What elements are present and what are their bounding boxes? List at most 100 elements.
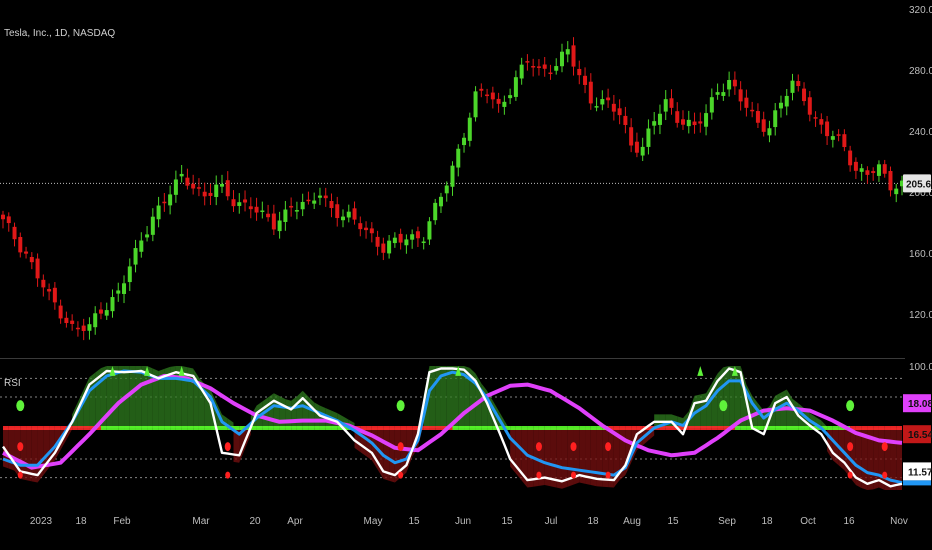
candle-body — [41, 279, 46, 288]
candle-body — [139, 240, 144, 252]
time-tick-label: Mar — [192, 516, 210, 527]
candle-body — [352, 208, 357, 220]
bull-dot — [846, 400, 855, 412]
oversold-marker — [847, 442, 854, 452]
time-tick-label: 18 — [75, 516, 87, 527]
candle-body — [24, 251, 29, 254]
candle-body — [796, 81, 801, 87]
candle-body — [277, 220, 282, 232]
candle-body — [231, 199, 236, 207]
candle-body — [398, 233, 403, 243]
time-tick-label: Sep — [718, 516, 736, 527]
candle-body — [438, 196, 443, 207]
candle-body — [156, 205, 161, 220]
candle-body — [387, 240, 392, 254]
price-tick-label: 120.00 — [909, 310, 932, 321]
candle-body — [346, 211, 351, 218]
symbol-label: Tesla, Inc., 1D, NASDAQ — [4, 28, 115, 39]
candle-body — [364, 227, 369, 231]
candle-body — [317, 195, 322, 198]
candle-body — [214, 184, 219, 197]
tsla-chart[interactable]: 320.00280.00240.00200.00160.00120.00205.… — [0, 0, 932, 550]
candle-body — [588, 81, 593, 104]
candle-body — [133, 248, 138, 265]
cloud-segment — [285, 399, 292, 428]
candle-body — [75, 327, 80, 330]
candle-body — [283, 209, 288, 222]
oversold-marker — [536, 471, 542, 479]
oversold-marker — [881, 442, 888, 452]
candle-body — [462, 137, 467, 146]
time-tick-label: May — [364, 516, 383, 527]
candle-body — [502, 101, 507, 107]
candle-body — [531, 66, 536, 68]
candle-body — [381, 243, 386, 253]
candle-body — [289, 205, 294, 208]
candle-body — [894, 188, 899, 195]
price-axis[interactable]: 320.00280.00240.00200.00160.00120.00205.… — [903, 5, 932, 321]
cloud-segment — [700, 393, 707, 428]
time-tick-label: 20 — [249, 516, 261, 527]
candle-body — [341, 216, 346, 221]
price-tick-label: 280.00 — [909, 66, 932, 77]
time-tick-label: Oct — [800, 516, 816, 527]
cloud-segment — [135, 366, 142, 428]
candle-body — [600, 99, 605, 105]
candle-body — [876, 164, 881, 176]
rsi-axis[interactable]: 100.00 18.08 16.54 11.57 — [903, 362, 932, 486]
candle-body — [1, 214, 5, 220]
bull-dot — [16, 400, 25, 412]
candle-body — [496, 98, 501, 104]
candle-body — [681, 119, 686, 125]
rsi-value-label: 16.54 — [908, 430, 932, 441]
candle-body — [640, 146, 645, 156]
candle-body — [104, 310, 109, 316]
candle-body — [479, 88, 484, 91]
oversold-marker — [397, 442, 404, 452]
candle-body — [583, 75, 588, 85]
time-tick-label: 2023 — [30, 516, 53, 527]
candle-body — [35, 258, 40, 279]
candle-body — [819, 119, 824, 125]
oversold-marker — [225, 471, 231, 479]
candle-body — [830, 136, 835, 140]
time-axis[interactable]: 2023 18 Feb Mar 20 Apr May 15 Jun 15 Jul 18 Aug 15 Sep… — [30, 516, 908, 527]
candle-body — [606, 97, 611, 101]
time-tick-label: Feb — [113, 516, 131, 527]
oversold-marker — [847, 471, 853, 479]
candle-body — [790, 80, 795, 93]
candle-body — [784, 95, 789, 107]
candle-body — [208, 192, 213, 196]
candle-body — [110, 297, 115, 312]
price-tick-label: 320.00 — [909, 5, 932, 16]
time-tick-label: 16 — [843, 516, 855, 527]
candle-body — [525, 61, 530, 63]
candle-body — [58, 305, 63, 319]
candle-body — [243, 199, 248, 203]
oversold-marker — [882, 471, 888, 479]
candle-body — [554, 66, 559, 71]
candle-body — [306, 199, 311, 202]
candle-body — [404, 239, 409, 246]
candle-body — [375, 236, 380, 247]
time-tick-label: 15 — [501, 516, 513, 527]
time-tick-label: Aug — [623, 516, 641, 527]
candle-body — [675, 111, 680, 123]
candle-body — [260, 210, 265, 213]
candle-body — [421, 241, 426, 244]
candle-body — [168, 194, 173, 206]
time-tick-label: Jun — [455, 516, 471, 527]
candle-body — [29, 257, 34, 263]
candle-body — [358, 223, 363, 230]
cloud-segment — [291, 396, 297, 428]
candle-body — [802, 88, 807, 102]
candle-body — [548, 72, 553, 75]
time-tick-label: 15 — [408, 516, 420, 527]
overbought-marker — [697, 366, 704, 376]
candle-body — [715, 92, 720, 95]
candle-body — [237, 202, 242, 206]
candle-body — [312, 200, 317, 204]
candle-body — [254, 206, 259, 213]
candle-body — [329, 201, 334, 209]
candle-body — [761, 119, 766, 132]
